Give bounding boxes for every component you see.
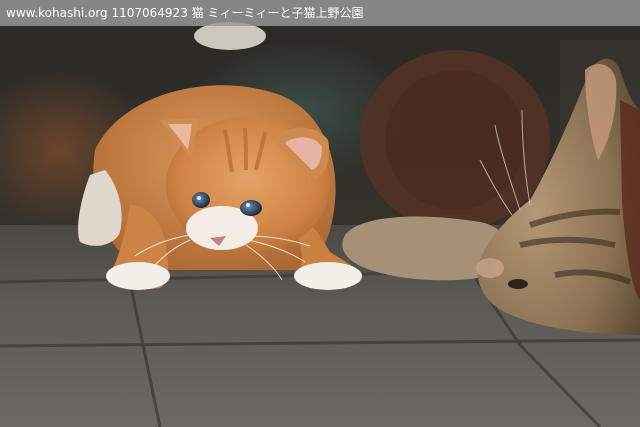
kitten-eye-right	[240, 200, 262, 216]
photo-scene	[0, 0, 640, 427]
kitten-eye-left	[192, 192, 210, 208]
kitten-paw-right	[294, 262, 362, 290]
tabby-cat-nose	[476, 258, 504, 278]
tabby-cat-eye	[508, 279, 528, 289]
photo: www.kohashi.org 1107064923 猫 ミィーミィーと子猫上野…	[0, 0, 640, 427]
caption-text: www.kohashi.org 1107064923 猫 ミィーミィーと子猫上野…	[6, 6, 364, 20]
kitten-paw-left	[106, 262, 170, 290]
background-white-object	[194, 22, 266, 50]
